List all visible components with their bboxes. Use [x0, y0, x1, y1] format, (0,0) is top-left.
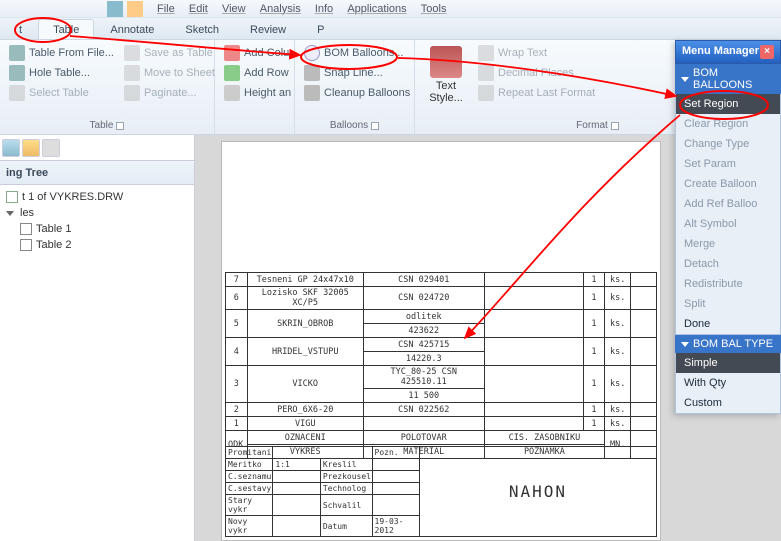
dialog-launcher-icon[interactable] — [116, 122, 124, 130]
mm-item[interactable]: Detach — [676, 254, 780, 274]
tree-tool-icon[interactable] — [157, 166, 171, 180]
btn-save-as-table[interactable]: Save as Table — [121, 44, 218, 62]
tab-annotate[interactable]: Annotate — [95, 19, 169, 39]
btn-snap-line[interactable]: Snap Line... — [301, 64, 413, 82]
tree-tool-icon[interactable] — [174, 166, 188, 180]
btn-hole-table[interactable]: Hole Table... — [6, 64, 117, 82]
mm-item[interactable]: With Qty — [676, 373, 780, 393]
mm-item[interactable]: Set Region — [676, 94, 780, 114]
mm-item[interactable]: Done — [676, 314, 780, 334]
tree-tab-icon[interactable] — [22, 139, 40, 157]
mm-item[interactable]: Clear Region — [676, 114, 780, 134]
title-block: PromitaniPozn.NAHON Meritko1:1Kreslil C.… — [225, 446, 657, 537]
tab-review[interactable]: Review — [235, 19, 301, 39]
mm-item[interactable]: Add Ref Balloo — [676, 194, 780, 214]
mm-item[interactable]: Alt Symbol — [676, 214, 780, 234]
mm-title: Menu Manager × — [675, 40, 781, 64]
group-label-balloons: Balloons — [330, 120, 368, 131]
dialog-launcher-icon[interactable] — [371, 122, 379, 130]
tree-node-sheet[interactable]: t 1 of VYKRES.DRW — [6, 189, 188, 205]
menu-analysis[interactable]: Analysis — [260, 3, 301, 15]
tree-node-table2[interactable]: Table 2 — [20, 237, 188, 253]
mm-item[interactable]: Simple — [676, 353, 780, 373]
mm-item[interactable]: Redistribute — [676, 274, 780, 294]
tree-node-table1[interactable]: Table 1 — [20, 221, 188, 237]
group-label-format: Format — [576, 120, 608, 131]
mm-item[interactable]: Create Balloon — [676, 174, 780, 194]
tab-sketch[interactable]: Sketch — [170, 19, 234, 39]
btn-text-style[interactable]: Text Style... — [421, 44, 471, 106]
btn-height[interactable]: Height an — [221, 84, 294, 102]
tree-title: ing Tree — [6, 167, 48, 179]
tab-table[interactable]: Table — [38, 19, 94, 39]
btn-bom-balloons[interactable]: BOM Balloons... — [301, 44, 413, 62]
toolbar-icon[interactable] — [127, 1, 143, 17]
toolbar-icon[interactable] — [107, 1, 123, 17]
btn-decimal-places[interactable]: Decimal Places — [475, 64, 598, 82]
ribbon: Table From File... Hole Table... Select … — [0, 40, 781, 135]
ribbon-tabs: t Table Annotate Sketch Review P — [0, 18, 781, 40]
menu-info[interactable]: Info — [315, 3, 333, 15]
bom-table[interactable]: 7Tesneni GP 24x47x10CSN 0294011ks.6Lozis… — [225, 272, 657, 459]
tree-tab-icon[interactable] — [42, 139, 60, 157]
mm-item[interactable]: Merge — [676, 234, 780, 254]
btn-table-from-file[interactable]: Table From File... — [6, 44, 117, 62]
menu-file[interactable]: File — [157, 3, 175, 15]
group-label-table: Table — [90, 120, 114, 131]
dialog-launcher-icon[interactable] — [611, 122, 619, 130]
menu-edit[interactable]: Edit — [189, 3, 208, 15]
btn-wrap-text[interactable]: Wrap Text — [475, 44, 598, 62]
tab-p[interactable]: P — [302, 19, 339, 39]
btn-paginate[interactable]: Paginate... — [121, 84, 218, 102]
tab-0[interactable]: t — [4, 19, 37, 39]
model-tree-panel: ing Tree t 1 of VYKRES.DRW les Table 1 T… — [0, 135, 195, 541]
mm-item[interactable]: Split — [676, 294, 780, 314]
btn-move-to-sheet[interactable]: Move to Sheet — [121, 64, 218, 82]
close-icon[interactable]: × — [760, 45, 774, 59]
btn-add-col[interactable]: Add Colu — [221, 44, 294, 62]
mm-section-1[interactable]: BOM BALLOONS — [675, 64, 781, 94]
btn-cleanup-balloons[interactable]: Cleanup Balloons — [301, 84, 413, 102]
menubar: File Edit View Analysis Info Application… — [0, 0, 781, 18]
btn-select-table[interactable]: Select Table — [6, 84, 117, 102]
btn-add-row[interactable]: Add Row — [221, 64, 294, 82]
menu-manager[interactable]: Menu Manager × BOM BALLOONS Set RegionCl… — [675, 40, 781, 414]
tree-tab-icon[interactable] — [2, 139, 20, 157]
menu-view[interactable]: View — [222, 3, 246, 15]
drawing-page: 7Tesneni GP 24x47x10CSN 0294011ks.6Lozis… — [221, 141, 661, 541]
tree-node[interactable]: les — [6, 205, 188, 221]
mm-item[interactable]: Custom — [676, 393, 780, 413]
btn-repeat-last-format[interactable]: Repeat Last Format — [475, 84, 598, 102]
mm-item[interactable]: Set Param — [676, 154, 780, 174]
mm-item[interactable]: Change Type — [676, 134, 780, 154]
mm-section-2[interactable]: BOM BAL TYPE — [675, 335, 781, 353]
menu-applications[interactable]: Applications — [347, 3, 406, 15]
menu-tools[interactable]: Tools — [421, 3, 447, 15]
